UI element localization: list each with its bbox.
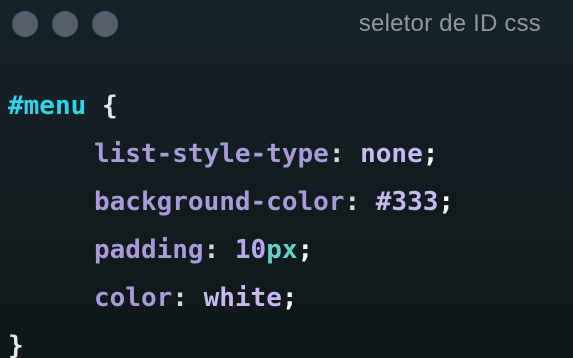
- css-property: list-style-type: [94, 139, 329, 169]
- code-window: seletor de ID css #menu {list-style-type…: [0, 0, 573, 358]
- css-number-value: 10: [234, 235, 267, 265]
- css-value: #333: [375, 187, 439, 217]
- code-line-declaration: color: white;: [8, 274, 454, 322]
- code-line-close: }: [8, 322, 454, 358]
- window-title: seletor de ID css: [358, 10, 541, 37]
- css-unit: px: [266, 235, 298, 265]
- css-selector: #menu: [8, 91, 87, 121]
- close-brace: }: [8, 331, 24, 358]
- code-line-selector: #menu {: [8, 82, 454, 130]
- maximize-dot-icon[interactable]: [92, 11, 118, 37]
- colon: :: [203, 235, 220, 265]
- semicolon: ;: [281, 283, 298, 313]
- colon: :: [328, 139, 345, 169]
- code-block: #menu {list-style-type: none; background-…: [8, 82, 454, 358]
- title-bar: seletor de ID css: [0, 0, 573, 48]
- css-property: background-color: [94, 187, 345, 217]
- semicolon: ;: [438, 187, 455, 217]
- css-property: color: [94, 283, 173, 313]
- css-value: none: [360, 139, 423, 169]
- code-line-declaration: padding: 10px;: [8, 226, 454, 274]
- colon: :: [344, 187, 361, 217]
- semicolon: ;: [422, 139, 439, 169]
- code-line-declaration: background-color: #333;: [8, 178, 454, 226]
- minimize-dot-icon[interactable]: [52, 11, 78, 37]
- open-brace: {: [101, 91, 118, 121]
- close-dot-icon[interactable]: [12, 11, 38, 37]
- css-property: padding: [94, 235, 204, 265]
- code-line-declaration: list-style-type: none;: [8, 130, 454, 178]
- colon: :: [172, 283, 188, 313]
- semicolon: ;: [297, 235, 314, 265]
- css-value: white: [203, 283, 282, 313]
